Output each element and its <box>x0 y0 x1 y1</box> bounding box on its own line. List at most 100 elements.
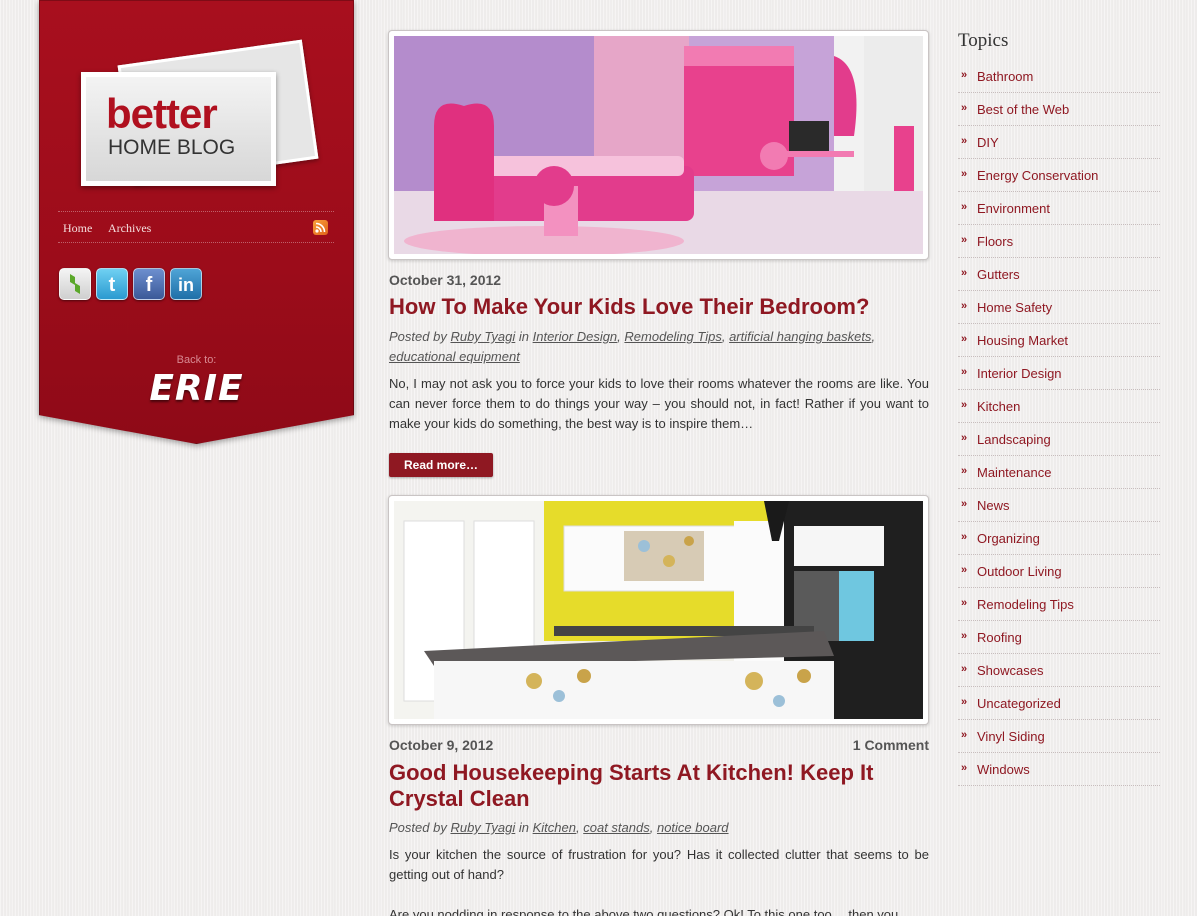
topic-link[interactable]: Floors <box>977 234 1013 249</box>
topic-item[interactable]: » Gutters <box>958 258 1160 291</box>
topic-item[interactable]: » Uncategorized <box>958 687 1160 720</box>
read-more-button[interactable]: Read more… <box>389 453 493 477</box>
facebook-icon[interactable]: f <box>133 268 165 300</box>
topic-link[interactable]: Landscaping <box>977 432 1051 447</box>
post-2-date: October 9, 2012 <box>389 737 494 753</box>
post-2-excerpt: Is your kitchen the source of frustratio… <box>389 847 929 882</box>
topic-link[interactable]: Gutters <box>977 267 1020 282</box>
topic-item[interactable]: » News <box>958 489 1160 522</box>
topic-link[interactable]: News <box>977 498 1010 513</box>
topic-link[interactable]: Energy Conservation <box>977 168 1098 183</box>
topic-link[interactable]: Windows <box>977 762 1030 777</box>
chevron-right-icon: » <box>961 729 968 741</box>
post-1-tag-link[interactable]: artificial hanging baskets <box>729 329 871 344</box>
post-1-title[interactable]: How To Make Your Kids Love Their Bedroom… <box>389 294 929 320</box>
chevron-right-icon: » <box>961 663 968 675</box>
topic-link[interactable]: Roofing <box>977 630 1022 645</box>
chevron-right-icon: » <box>961 696 968 708</box>
topic-link[interactable]: Housing Market <box>977 333 1068 348</box>
topic-item[interactable]: » Interior Design <box>958 357 1160 390</box>
twitter-icon[interactable]: t <box>96 268 128 300</box>
topic-item[interactable]: » Kitchen <box>958 390 1160 423</box>
post-1-meta: Posted by Ruby Tyagi in Interior Design,… <box>389 329 876 364</box>
topic-link[interactable]: Maintenance <box>977 465 1051 480</box>
nav-home-link[interactable]: Home <box>63 221 92 236</box>
chevron-right-icon: » <box>961 399 968 411</box>
post-2-tag-link[interactable]: Kitchen <box>533 820 576 835</box>
topic-item[interactable]: » Roofing <box>958 621 1160 654</box>
topic-item[interactable]: » Outdoor Living <box>958 555 1160 588</box>
topic-item[interactable]: » Housing Market <box>958 324 1160 357</box>
post-1-tag-link[interactable]: educational equipment <box>389 349 520 364</box>
topic-item[interactable]: » Vinyl Siding <box>958 720 1160 753</box>
chevron-right-icon: » <box>961 201 968 213</box>
chevron-right-icon: » <box>961 762 968 774</box>
topic-item[interactable]: » Energy Conservation <box>958 159 1160 192</box>
nav-archives-link[interactable]: Archives <box>108 221 151 236</box>
chevron-right-icon: » <box>961 102 968 114</box>
post-2-comments-link[interactable]: 1 Comment <box>853 737 929 753</box>
post-1-tag-link[interactable]: Interior Design <box>533 329 618 344</box>
post-2-excerpt-continued: Are you nodding in response to the above… <box>389 907 899 916</box>
post-1-author-link[interactable]: Ruby Tyagi <box>450 329 515 344</box>
post-1-date: October 31, 2012 <box>389 272 502 288</box>
post-1-tag-link[interactable]: Remodeling Tips <box>624 329 721 344</box>
chevron-right-icon: » <box>961 333 968 345</box>
topic-link[interactable]: Environment <box>977 201 1050 216</box>
chevron-right-icon: » <box>961 234 968 246</box>
topic-link[interactable]: Showcases <box>977 663 1043 678</box>
chevron-right-icon: » <box>961 564 968 576</box>
logo-word-home-blog: HOME BLOG <box>108 136 236 159</box>
chevron-right-icon: » <box>961 498 968 510</box>
post-2-title[interactable]: Good Housekeeping Starts At Kitchen! Kee… <box>389 760 929 812</box>
chevron-right-icon: » <box>961 135 968 147</box>
chevron-right-icon: » <box>961 465 968 477</box>
back-to-label: Back to: <box>176 354 217 366</box>
topic-link[interactable]: Organizing <box>977 531 1040 546</box>
posted-by-label: Posted by <box>389 329 447 344</box>
topic-item[interactable]: » Environment <box>958 192 1160 225</box>
post-2-tag-link[interactable]: coat stands <box>583 820 650 835</box>
post-2-tag-link[interactable]: notice board <box>657 820 729 835</box>
topic-link[interactable]: Home Safety <box>977 300 1052 315</box>
banner-nav: Home Archives <box>58 211 334 243</box>
topic-link[interactable]: Vinyl Siding <box>977 729 1045 744</box>
back-to-erie-link[interactable]: ERIE <box>39 368 354 409</box>
chevron-right-icon: » <box>961 366 968 378</box>
topic-link[interactable]: Outdoor Living <box>977 564 1062 579</box>
post-2-author-link[interactable]: Ruby Tyagi <box>450 820 515 835</box>
topic-item[interactable]: » Floors <box>958 225 1160 258</box>
topic-link[interactable]: Remodeling Tips <box>977 597 1074 612</box>
topic-link[interactable]: Kitchen <box>977 399 1020 414</box>
topic-link[interactable]: DIY <box>977 135 999 150</box>
topic-item[interactable]: » Maintenance <box>958 456 1160 489</box>
site-banner: better HOME BLOG Home Archives t f in Ba… <box>39 0 354 444</box>
topic-item[interactable]: » Remodeling Tips <box>958 588 1160 621</box>
topics-list: » Bathroom » Best of the Web » DIY » Energy Con… <box>958 60 1160 786</box>
logo-card[interactable]: better HOME BLOG <box>81 72 276 186</box>
topic-item[interactable]: » Bathroom <box>958 60 1160 93</box>
post-1-excerpt: No, I may not ask you to force your kids… <box>389 376 929 431</box>
linkedin-icon[interactable]: in <box>170 268 202 300</box>
houzz-icon[interactable] <box>59 268 91 300</box>
post-2-image[interactable] <box>388 495 929 725</box>
topic-item[interactable]: » DIY <box>958 126 1160 159</box>
topic-item[interactable]: » Showcases <box>958 654 1160 687</box>
bedroom-photo <box>394 36 923 254</box>
rss-icon[interactable] <box>313 220 328 235</box>
topic-link[interactable]: Best of the Web <box>977 102 1069 117</box>
post-1-image[interactable] <box>388 30 929 260</box>
post-2-meta: Posted by Ruby Tyagi in Kitchen, coat st… <box>389 820 729 835</box>
topic-item[interactable]: » Best of the Web <box>958 93 1160 126</box>
topic-item[interactable]: » Windows <box>958 753 1160 786</box>
chevron-right-icon: » <box>961 432 968 444</box>
posted-by-label: Posted by <box>389 820 447 835</box>
chevron-right-icon: » <box>961 531 968 543</box>
topic-link[interactable]: Bathroom <box>977 69 1033 84</box>
topic-link[interactable]: Uncategorized <box>977 696 1061 711</box>
topic-item[interactable]: » Organizing <box>958 522 1160 555</box>
topic-item[interactable]: » Home Safety <box>958 291 1160 324</box>
topic-link[interactable]: Interior Design <box>977 366 1062 381</box>
topics-heading: Topics <box>958 30 1009 51</box>
topic-item[interactable]: » Landscaping <box>958 423 1160 456</box>
